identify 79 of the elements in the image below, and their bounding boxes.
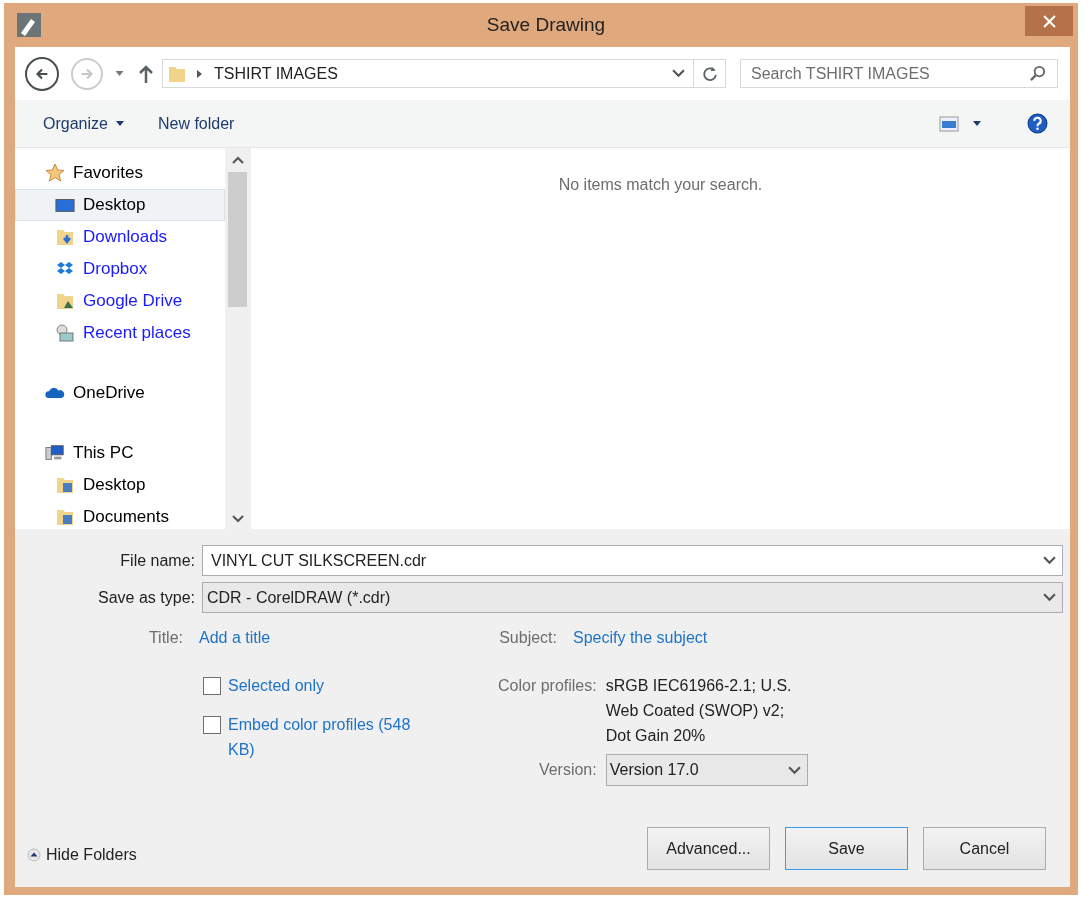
nav-label: Desktop <box>83 195 146 215</box>
title-label: Title: <box>147 629 184 647</box>
nav-label: Recent places <box>83 323 191 343</box>
dropdown-icon <box>787 765 801 775</box>
nav-label: Google Drive <box>83 291 183 311</box>
save-type-label: Save as type: <box>97 588 196 607</box>
nav-label: OneDrive <box>73 383 145 403</box>
pen-nib-icon <box>17 13 41 37</box>
file-name-field[interactable]: VINYL CUT SILKSCREEN.cdr <box>202 545 1063 576</box>
checkbox-label: Embed color profiles (548 KB) <box>228 715 412 760</box>
view-icon[interactable] <box>939 115 959 132</box>
star-icon <box>45 163 65 183</box>
organize-menu[interactable]: Organize <box>31 110 136 137</box>
nav-label: Dropbox <box>83 259 148 279</box>
version-value: Version 17.0 <box>609 761 700 779</box>
folder-icon <box>55 507 75 527</box>
collapse-icon <box>27 847 41 862</box>
save-type-dropdown[interactable]: CDR - CorelDRAW (*.cdr) <box>202 582 1063 613</box>
nav-label: Documents <box>83 507 169 527</box>
color-profiles-label: Color profiles: <box>498 677 597 695</box>
nav-item[interactable]: Google Drive <box>15 285 225 317</box>
dialog-button[interactable]: Cancel <box>923 827 1046 870</box>
scrollbar[interactable] <box>225 148 250 529</box>
color-profiles-value: sRGB IEC61966-2.1; U.S. Web Coated (SWOP) v2; Dot Gain 20% <box>605 676 793 746</box>
nav-item[interactable]: Favorites <box>15 157 225 189</box>
version-label: Version: <box>537 761 597 779</box>
nav-item[interactable]: OneDrive <box>15 377 225 409</box>
address-path: TSHIRT IMAGES <box>214 64 339 83</box>
search-field[interactable]: Search TSHIRT IMAGES <box>740 59 1058 88</box>
nav-item[interactable]: Downloads <box>15 221 225 253</box>
nav-item[interactable]: Recent places <box>15 317 225 349</box>
recent-places-icon <box>55 323 75 343</box>
window-title: Save Drawing <box>485 14 607 36</box>
empty-message: No items match your search. <box>558 176 763 195</box>
caret-icon <box>115 121 124 126</box>
checkbox-label: Selected only <box>228 676 326 696</box>
help-icon[interactable] <box>1027 113 1048 134</box>
nav-label: Desktop <box>83 475 146 495</box>
add-title-link[interactable]: Add a title <box>199 629 271 647</box>
dialog-button[interactable]: Advanced... <box>647 827 770 870</box>
file-name-value: VINYL CUT SILKSCREEN.cdr <box>211 551 428 570</box>
up-arrow-icon[interactable] <box>138 63 154 84</box>
nav-item[interactable]: This PC <box>15 437 225 469</box>
nav-item[interactable]: Documents <box>15 501 225 529</box>
folder-icon <box>55 475 75 495</box>
nav-label: Downloads <box>83 227 168 247</box>
computer-icon <box>45 443 65 463</box>
checkbox[interactable] <box>203 716 221 734</box>
file-name-label: File name: <box>119 551 196 570</box>
nav-item[interactable]: Desktop <box>15 469 225 501</box>
nav-item[interactable]: Dropbox <box>15 253 225 285</box>
new-folder-button[interactable]: New folder <box>145 110 247 137</box>
dialog-button[interactable]: Save <box>785 827 908 870</box>
close-icon <box>1042 14 1056 28</box>
chevron-icon <box>197 69 202 78</box>
folder-drive-icon <box>55 291 75 311</box>
version-dropdown[interactable]: Version 17.0 <box>605 754 808 786</box>
nav-label: Favorites <box>73 163 143 183</box>
dropdown-icon[interactable] <box>1043 556 1056 565</box>
close-button[interactable] <box>1025 6 1073 36</box>
address-bar[interactable]: TSHIRT IMAGES <box>162 59 694 88</box>
search-icon <box>1029 65 1046 82</box>
back-button[interactable] <box>25 56 59 91</box>
scroll-up-icon[interactable] <box>231 156 244 164</box>
hide-folders-button[interactable]: Hide Folders <box>27 845 137 864</box>
folder-download-icon <box>55 227 75 247</box>
caret-icon[interactable] <box>973 121 981 126</box>
scroll-down-icon[interactable] <box>231 515 244 523</box>
dropdown-icon[interactable] <box>672 69 685 78</box>
checkbox[interactable] <box>203 677 221 695</box>
refresh-icon <box>700 64 719 83</box>
subject-link[interactable]: Specify the subject <box>572 629 708 647</box>
nav-label: This PC <box>73 443 134 463</box>
nav-item[interactable]: Desktop <box>15 189 225 221</box>
refresh-button[interactable] <box>694 59 726 88</box>
caret-icon[interactable] <box>115 71 124 76</box>
dropdown-icon <box>1043 593 1056 602</box>
save-type-value: CDR - CorelDRAW (*.cdr) <box>207 588 392 607</box>
subject-label: Subject: <box>499 629 557 647</box>
